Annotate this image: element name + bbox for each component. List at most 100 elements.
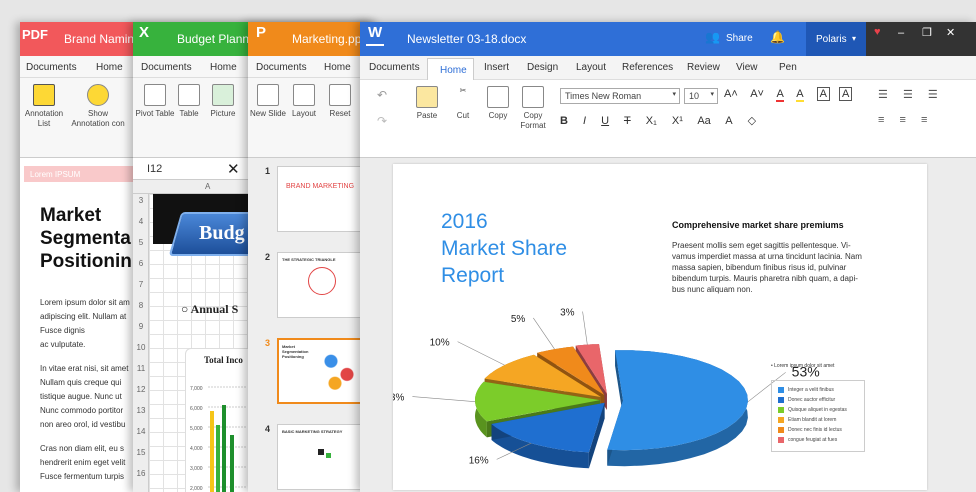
close-icon[interactable]: ✕ [946,26,955,39]
cell-reference[interactable]: I12 [147,163,162,175]
row-number[interactable]: 14 [135,427,147,436]
copy-label: Copy [488,111,508,120]
show-annotation-button[interactable]: Show Annotation con [68,84,128,129]
underline-icon[interactable]: U [601,115,609,127]
annotation-list-label: Annotation List [24,109,64,128]
row-number[interactable]: 8 [135,301,147,310]
shrink-font-icon[interactable]: A˅ [750,88,764,100]
slides-ribbon: New Slide Layout Reset [248,78,378,158]
minimize-icon[interactable]: – [898,27,904,39]
share-icon[interactable]: 👥 [705,30,720,44]
pdf-menu-documents[interactable]: Documents [26,62,77,73]
user-menu[interactable]: Polaris ▾ [806,22,866,56]
tab-pen[interactable]: Pen [779,62,797,73]
slide-thumb[interactable]: THE STRATEGIC TRIANGLE [277,252,367,318]
row-number[interactable]: 12 [135,385,147,394]
row-number[interactable]: 10 [135,343,147,352]
multilevel-list-icon[interactable]: ☰ [928,89,938,101]
document-page[interactable]: 2016 Market Share Report Comprehensive m… [393,164,927,490]
cut-label: Cut [456,111,470,120]
copy-format-button[interactable]: Copy Format [513,86,553,131]
sheet-subtitle: ○ Annual S [181,302,239,316]
row-number[interactable]: 11 [135,364,147,373]
slides-menu-documents[interactable]: Documents [256,62,307,73]
row-number[interactable]: 13 [135,406,147,415]
sheet-menu-home[interactable]: Home [210,62,237,73]
share-button[interactable]: Share [726,33,753,44]
char-shade-icon[interactable]: A [839,87,853,101]
bullets-icon[interactable]: ☰ [878,89,888,101]
row-number[interactable]: 7 [135,280,147,289]
close-icon[interactable]: ✕ [227,160,240,178]
align-center-icon[interactable]: ≡ [899,114,905,126]
clear-format-icon[interactable]: ◇ [748,115,756,127]
heart-icon[interactable]: ♥ [874,26,881,38]
slides-window-title: Marketing.ppt [292,32,365,46]
paragraph-buttons: ☰ ☰ ☰ [878,88,938,101]
chevron-down-icon: ▾ [852,34,857,43]
word-window[interactable]: W Newsletter 03-18.docx 👥 Share 🔔 Polari… [360,22,976,492]
pdf-text-line: tistique augue. Nunc ut [40,392,122,401]
word-logo: W [368,24,383,41]
row-number[interactable]: 5 [135,238,147,247]
slides-menu-home[interactable]: Home [324,62,351,73]
legend-swatch [778,397,784,403]
tab-design[interactable]: Design [527,62,558,73]
numbering-icon[interactable]: ☰ [903,89,913,101]
slides-window[interactable]: P Marketing.ppt Documents Home New Slide… [248,22,378,492]
layout-label: Layout [291,109,317,118]
row-number[interactable]: 6 [135,259,147,268]
sheet-menu-documents[interactable]: Documents [141,62,192,73]
tab-view[interactable]: View [736,62,758,73]
row-number[interactable]: 15 [135,448,147,457]
column-a-label[interactable]: A [205,182,210,191]
highlight-icon[interactable]: A [796,88,804,102]
grow-font-icon[interactable]: A˄ [724,88,738,100]
notification-bell-icon[interactable]: 🔔 [770,30,785,44]
tab-home[interactable]: Home [427,58,474,80]
slide-thumb-text: BRAND MARKETING [286,183,355,190]
row-number[interactable]: 4 [135,217,147,226]
font-color-icon[interactable]: A [776,88,784,102]
slide-thumb[interactable]: BASIC MARKETING STRATEGY [277,424,367,490]
strikethrough-icon[interactable]: T [624,115,631,127]
maximize-icon[interactable]: ❐ [922,26,932,39]
annotation-list-button[interactable]: Annotation List [22,84,66,129]
word-titlebar[interactable]: W Newsletter 03-18.docx 👥 Share 🔔 Polari… [360,22,976,56]
undo-icon[interactable]: ↶ [377,88,387,102]
row-number[interactable]: 9 [135,322,147,331]
pdf-text-line: ac vulputate. [40,340,86,349]
slide-thumb[interactable]: BRAND MARKETING [277,166,367,232]
pdf-menu-home[interactable]: Home [96,62,123,73]
sheet-bar [210,411,214,492]
italic-icon[interactable]: I [583,115,586,127]
tab-review[interactable]: Review [687,62,720,73]
row-number[interactable]: 3 [135,196,147,205]
row-number[interactable]: 16 [135,469,147,478]
picture-button[interactable]: Picture [201,84,245,119]
legend-item: Integer a velit finibus [778,385,858,395]
tab-references[interactable]: References [622,62,673,73]
superscript-icon[interactable]: X¹ [672,115,683,127]
redo-icon[interactable]: ↷ [377,114,387,128]
paste-button[interactable]: Paste [407,86,447,121]
text-effects-icon[interactable]: A [725,115,732,127]
align-right-icon[interactable]: ≡ [921,114,927,126]
bold-icon[interactable]: B [560,115,568,127]
font-family-select[interactable]: Times New Roman ▾ [560,88,680,104]
cut-button[interactable]: ✂ Cut [443,86,483,121]
font-size-select[interactable]: 10 ▾ [684,88,718,104]
tab-layout[interactable]: Layout [576,62,606,73]
character-spacing-icon[interactable]: Aa [697,115,710,127]
align-left-icon[interactable]: ≡ [878,114,884,126]
copy-button[interactable]: Copy [478,86,518,121]
new-slide-icon [257,84,279,106]
slides-titlebar[interactable]: P Marketing.ppt [248,22,378,56]
text-border-icon[interactable]: A [816,87,830,101]
slide-thumb-active[interactable]: Market Segmentation Positioning [277,338,367,404]
tab-documents[interactable]: Documents [369,62,420,73]
tab-insert[interactable]: Insert [484,62,509,73]
chevron-down-icon: ▾ [710,91,714,98]
subscript-icon[interactable]: X₁ [646,115,657,127]
reset-button[interactable]: Reset [318,84,362,119]
